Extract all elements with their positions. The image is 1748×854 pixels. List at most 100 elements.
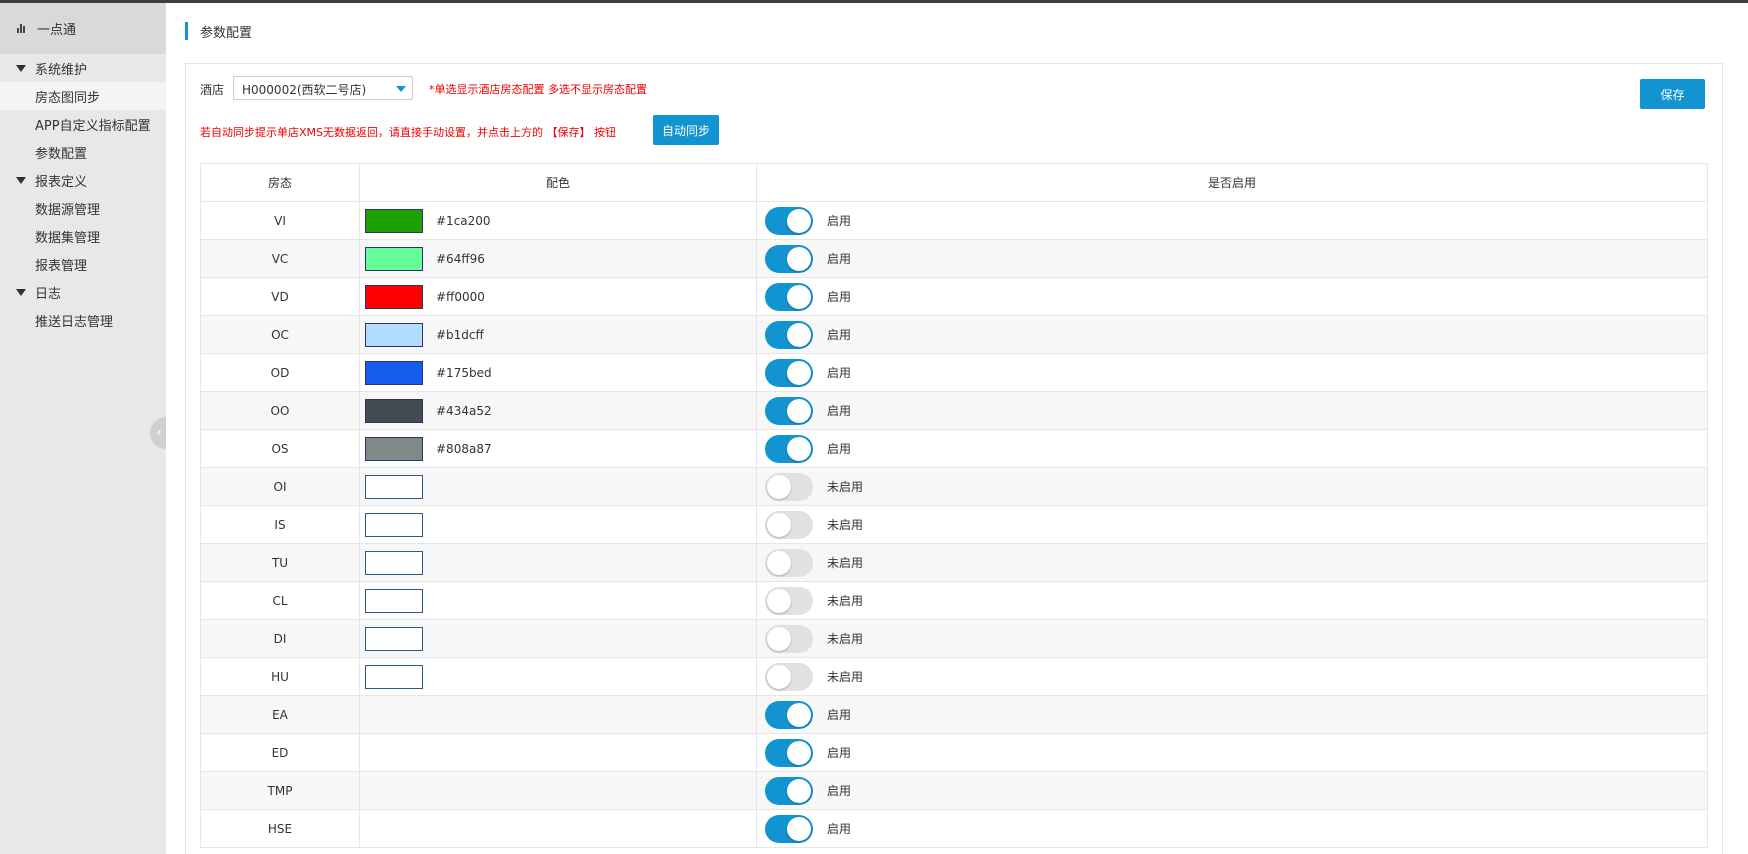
enable-status-label: 未启用 <box>827 556 864 570</box>
enable-toggle[interactable] <box>765 282 813 311</box>
header-enabled: 是否启用 <box>756 163 1708 202</box>
sidebar-item[interactable]: 参数配置 <box>0 138 166 166</box>
color-cell <box>359 695 757 734</box>
color-cell: #808a87 <box>359 429 757 468</box>
toggle-knob <box>767 474 791 499</box>
enabled-cell: 启用 <box>756 809 1708 848</box>
sidebar-item[interactable]: 报表管理 <box>0 250 166 278</box>
color-swatch[interactable] <box>365 512 423 537</box>
color-swatch[interactable] <box>365 360 423 385</box>
page-header: 参数配置 <box>185 21 252 41</box>
sidebar-group[interactable]: 日志 <box>0 278 166 306</box>
color-swatch[interactable] <box>365 588 423 613</box>
color-cell <box>359 657 757 696</box>
enable-status-label: 启用 <box>827 252 852 266</box>
table-row: IS 未启用 <box>200 505 1708 544</box>
color-cell: #175bed <box>359 353 757 392</box>
color-hex-label: #ff0000 <box>436 289 485 304</box>
sidebar-label: 报表定义 <box>35 174 88 190</box>
table-row: TMP 启用 <box>200 771 1708 810</box>
color-cell <box>359 619 757 658</box>
enable-toggle[interactable] <box>765 776 813 805</box>
enable-toggle[interactable] <box>765 586 813 615</box>
room-state-code: IS <box>200 505 360 544</box>
toggle-knob <box>787 702 811 727</box>
sidebar-item[interactable]: 推送日志管理 <box>0 306 166 334</box>
color-cell <box>359 505 757 544</box>
enable-toggle[interactable] <box>765 434 813 463</box>
single-select-notice: *单选显示酒店房态配置 多选不显示房态配置 <box>429 83 647 96</box>
color-swatch[interactable] <box>365 436 423 461</box>
save-button[interactable]: 保存 <box>1640 79 1705 109</box>
room-state-code: OI <box>200 467 360 506</box>
color-swatch[interactable] <box>365 550 423 575</box>
table-row: TU 未启用 <box>200 543 1708 582</box>
sidebar-group[interactable]: 系统维护 <box>0 54 166 82</box>
enable-toggle[interactable] <box>765 700 813 729</box>
auto-sync-button[interactable]: 自动同步 <box>653 115 719 145</box>
enabled-cell: 未启用 <box>756 619 1708 658</box>
sidebar-label: 参数配置 <box>35 146 88 162</box>
title-accent-bar <box>185 22 188 40</box>
color-swatch[interactable] <box>365 626 423 651</box>
enable-toggle[interactable] <box>765 548 813 577</box>
hotel-select[interactable]: H000002(西软二号店) <box>233 76 413 100</box>
enabled-cell: 未启用 <box>756 505 1708 544</box>
color-swatch[interactable] <box>365 664 423 689</box>
room-state-code: EA <box>200 695 360 734</box>
color-swatch[interactable] <box>365 398 423 423</box>
table-row: OI 未启用 <box>200 467 1708 506</box>
color-cell <box>359 771 757 810</box>
enable-status-label: 启用 <box>827 822 852 836</box>
enable-toggle[interactable] <box>765 624 813 653</box>
caret-down-icon <box>16 288 26 296</box>
room-state-code: TMP <box>200 771 360 810</box>
brand[interactable]: 一点通 <box>0 3 166 54</box>
enable-status-label: 未启用 <box>827 632 864 646</box>
sidebar-item[interactable]: APP自定义指标配置 <box>0 110 166 138</box>
enable-toggle[interactable] <box>765 396 813 425</box>
room-state-code: OO <box>200 391 360 430</box>
sidebar-label: 数据源管理 <box>35 202 101 218</box>
enable-toggle[interactable] <box>765 358 813 387</box>
sidebar-group[interactable]: 报表定义 <box>0 166 166 194</box>
table-row: EA 启用 <box>200 695 1708 734</box>
enable-toggle[interactable] <box>765 472 813 501</box>
enable-toggle[interactable] <box>765 320 813 349</box>
enabled-cell: 未启用 <box>756 543 1708 582</box>
room-state-code: VI <box>200 201 360 240</box>
color-cell <box>359 581 757 620</box>
sidebar-item[interactable]: 数据源管理 <box>0 194 166 222</box>
enable-toggle[interactable] <box>765 814 813 843</box>
color-swatch[interactable] <box>365 322 423 347</box>
room-state-code: OS <box>200 429 360 468</box>
sidebar-label: 日志 <box>35 286 62 302</box>
table-row: OS #808a87 启用 <box>200 429 1708 468</box>
color-cell: #b1dcff <box>359 315 757 354</box>
enable-toggle[interactable] <box>765 206 813 235</box>
sidebar-item[interactable]: 房态图同步 <box>0 82 166 110</box>
header-room-state: 房态 <box>200 163 360 202</box>
color-swatch[interactable] <box>365 208 423 233</box>
enable-status-label: 启用 <box>827 328 852 342</box>
enable-toggle[interactable] <box>765 738 813 767</box>
enable-toggle[interactable] <box>765 662 813 691</box>
toggle-knob <box>767 664 791 689</box>
enabled-cell: 启用 <box>756 239 1708 278</box>
sidebar-item[interactable]: 数据集管理 <box>0 222 166 250</box>
table-header-row: 房态 配色 是否启用 <box>200 163 1708 202</box>
color-hex-label: #64ff96 <box>436 251 485 266</box>
enable-toggle[interactable] <box>765 244 813 273</box>
color-swatch[interactable] <box>365 284 423 309</box>
brand-label: 一点通 <box>37 23 77 38</box>
table-row: VC #64ff96 启用 <box>200 239 1708 278</box>
sidebar-label: 系统维护 <box>35 62 88 78</box>
enable-toggle[interactable] <box>765 510 813 539</box>
table-row: ED 启用 <box>200 733 1708 772</box>
header-color: 配色 <box>359 163 757 202</box>
enable-status-label: 启用 <box>827 442 852 456</box>
color-swatch[interactable] <box>365 474 423 499</box>
room-state-code: VD <box>200 277 360 316</box>
color-swatch[interactable] <box>365 246 423 271</box>
sidebar-label: 报表管理 <box>35 258 88 274</box>
